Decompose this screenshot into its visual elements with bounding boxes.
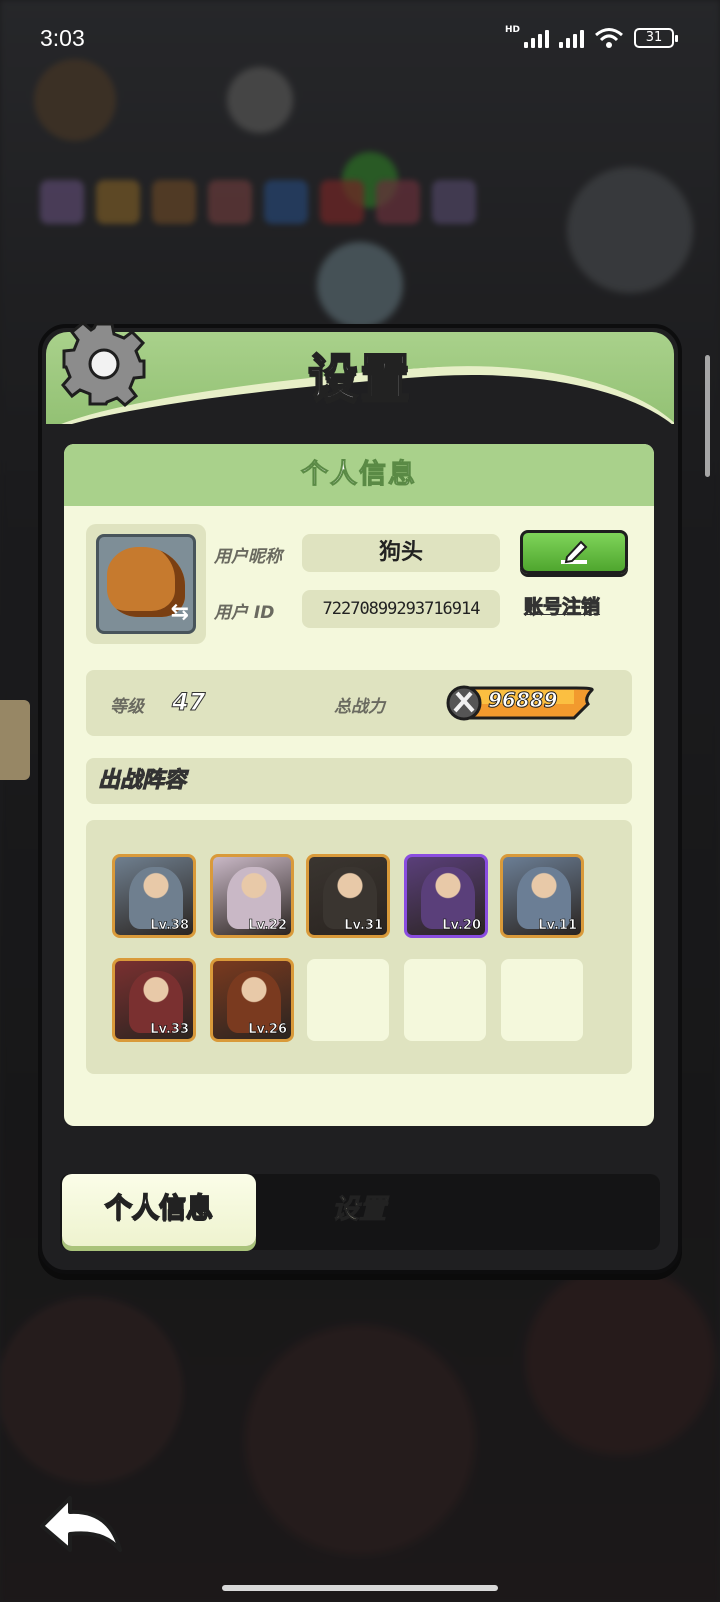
- hero-level: Lv.38: [150, 918, 189, 934]
- hero-slot-5[interactable]: Lv.11: [500, 854, 584, 938]
- stats-bar: 等级 47 总战力 96889: [86, 670, 632, 736]
- hero-slot-7[interactable]: Lv.26: [210, 958, 294, 1042]
- avatar[interactable]: ⇆: [96, 534, 196, 634]
- wifi-icon: [595, 28, 623, 48]
- section-title: 个人信息: [64, 444, 654, 506]
- tab-bar: 个人信息 设置: [60, 1174, 660, 1250]
- hero-slot-6[interactable]: Lv.33: [112, 958, 196, 1042]
- hero-slot-1[interactable]: Lv.38: [112, 854, 196, 938]
- battery-icon: 31: [634, 28, 678, 48]
- empty-hero-slot[interactable]: [307, 959, 389, 1041]
- lineup-grid: Lv.38 Lv.22 Lv.31 Lv.20 Lv.11 Lv.33 Lv.2…: [86, 820, 632, 1074]
- back-arrow-icon[interactable]: [36, 1492, 126, 1562]
- personal-info-card: 个人信息 ⇆ 用户昵称 狗头 用户 ID 72270899293716914 账…: [64, 444, 654, 1126]
- signal-icon: [524, 28, 549, 48]
- nickname-label: 用户昵称: [214, 547, 282, 567]
- lineup-title: 出战阵容: [86, 758, 632, 804]
- hero-slot-2[interactable]: Lv.22: [210, 854, 294, 938]
- clock: 3:03: [40, 24, 85, 51]
- side-device-icon: [0, 700, 30, 780]
- hero-level: Lv.33: [150, 1022, 189, 1038]
- level-label: 等级: [110, 697, 144, 717]
- hero-level: Lv.22: [248, 918, 287, 934]
- status-icons: HD 31: [504, 25, 678, 49]
- power-value: 96889: [488, 688, 559, 713]
- nickname-field: 狗头: [302, 534, 500, 572]
- hero-slot-4[interactable]: Lv.20: [404, 854, 488, 938]
- power-badge: 96889: [446, 684, 596, 722]
- gear-icon: [61, 321, 146, 407]
- hero-slot-3[interactable]: Lv.31: [306, 854, 390, 938]
- hero-level: Lv.26: [248, 1022, 287, 1038]
- avatar-frame[interactable]: ⇆: [86, 524, 206, 644]
- user-id-value: 72270899293716914: [302, 590, 500, 628]
- signal-icon-2: [559, 28, 584, 48]
- swap-icon[interactable]: ⇆: [171, 600, 189, 625]
- level-value: 47: [171, 688, 206, 717]
- status-bar: 3:03 HD 31: [0, 0, 720, 76]
- edit-nickname-button[interactable]: [520, 530, 628, 574]
- hero-level: Lv.20: [442, 918, 481, 934]
- user-id-label: 用户 ID: [214, 603, 275, 623]
- empty-hero-slot[interactable]: [501, 959, 583, 1041]
- scroll-indicator: [705, 355, 710, 477]
- home-indicator[interactable]: [222, 1585, 498, 1591]
- tab-settings[interactable]: 设置: [332, 1174, 387, 1246]
- sword-power-icon: [446, 685, 482, 721]
- network-type: HD: [504, 25, 520, 35]
- tab-personal-info[interactable]: 个人信息: [62, 1174, 256, 1246]
- power-label: 总战力: [334, 697, 385, 717]
- hero-level: Lv.31: [344, 918, 383, 934]
- hero-level: Lv.11: [538, 918, 577, 934]
- cancel-account-link[interactable]: 账号注销: [523, 592, 600, 619]
- empty-hero-slot[interactable]: [404, 959, 486, 1041]
- edit-pencil-icon: [561, 540, 588, 564]
